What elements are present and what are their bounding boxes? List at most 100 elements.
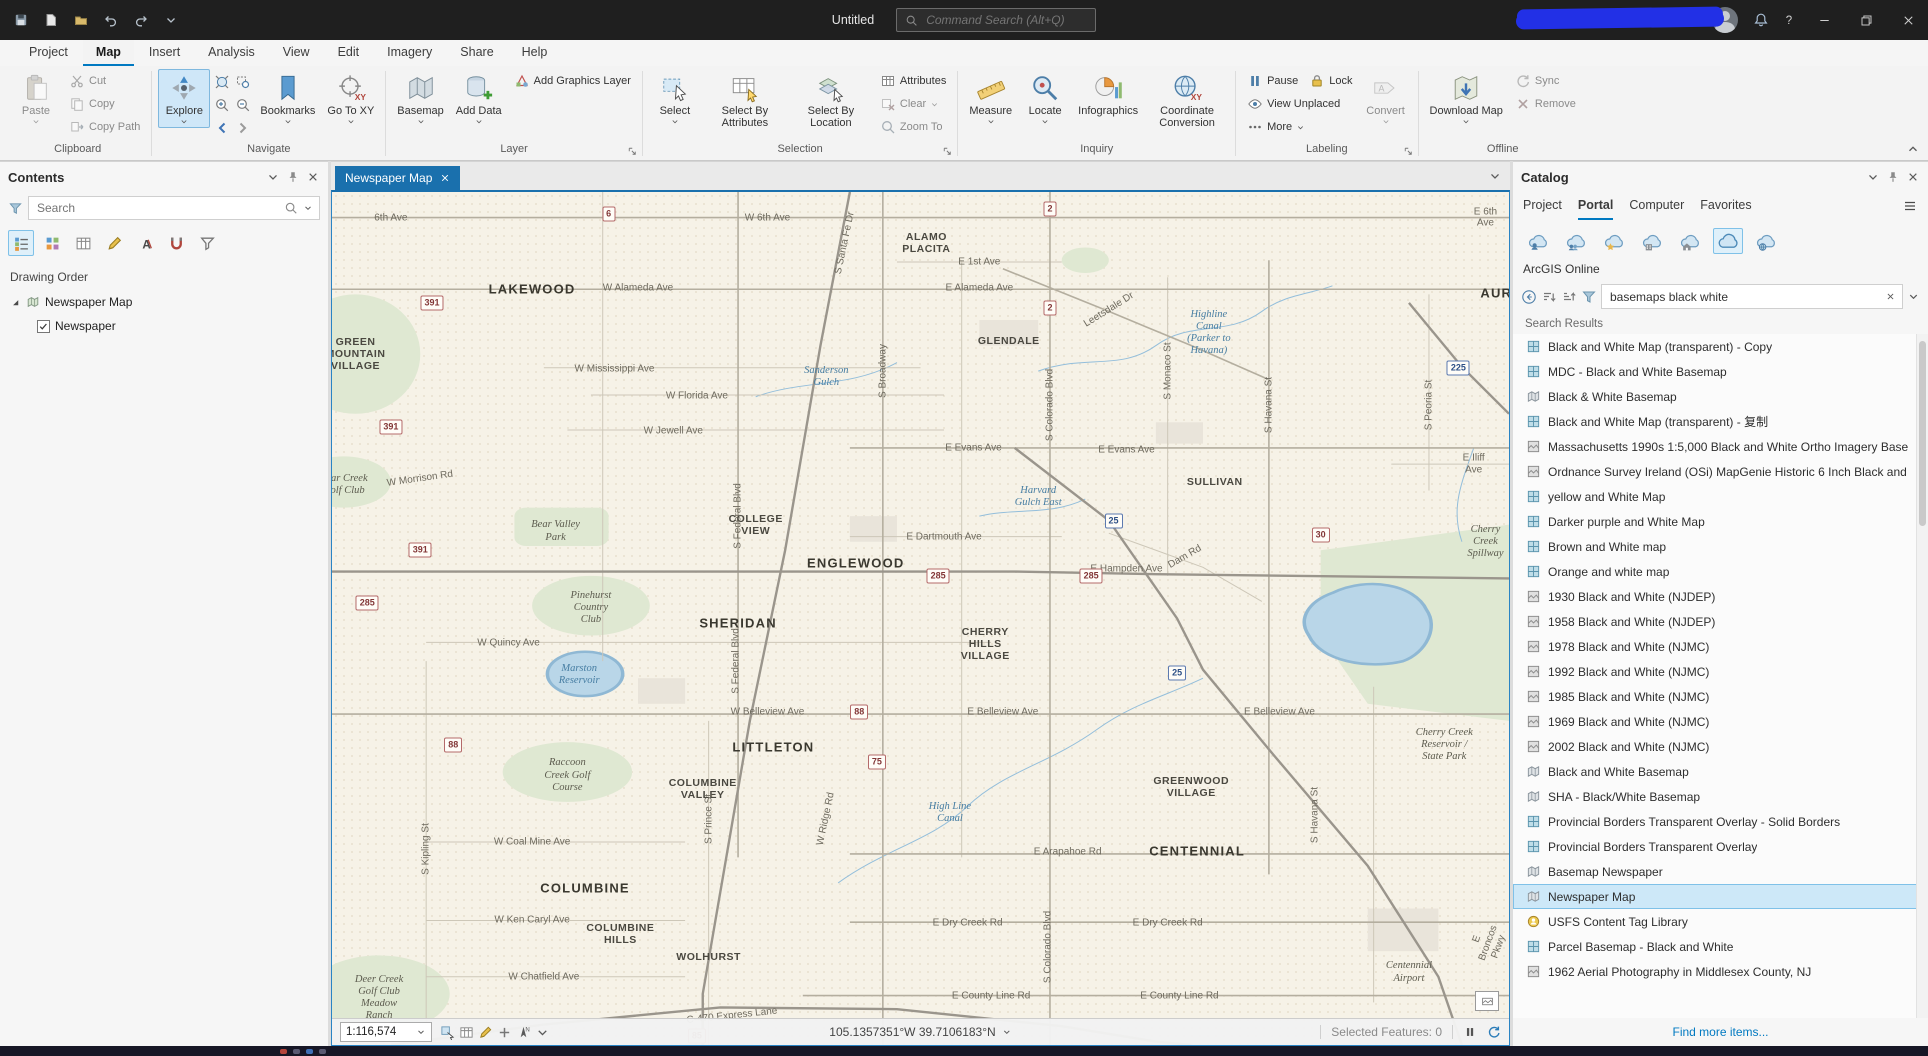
- close-panel-icon[interactable]: [306, 170, 320, 184]
- north-arrow-toggle[interactable]: N: [516, 1025, 531, 1040]
- sort-ascending-icon[interactable]: [1561, 289, 1577, 305]
- zoom-to-button[interactable]: Zoom To: [875, 116, 948, 138]
- scrollbar[interactable]: [1916, 334, 1928, 1018]
- attribute-table-toggle[interactable]: [459, 1025, 474, 1040]
- lock-labels-button[interactable]: Lock: [1304, 70, 1357, 92]
- measure-button[interactable]: Measure: [964, 69, 1017, 128]
- list-item[interactable]: Orange and white map: [1513, 559, 1928, 584]
- copy-button[interactable]: Copy: [64, 93, 120, 115]
- restore-button[interactable]: [1846, 0, 1886, 40]
- portal-organization-button[interactable]: [1637, 228, 1667, 254]
- pause-drawing-button[interactable]: [1463, 1025, 1477, 1039]
- portal-my-content-button[interactable]: [1523, 228, 1553, 254]
- find-more-link[interactable]: Find more items...: [1513, 1018, 1928, 1046]
- list-item[interactable]: 1958 Black and White (NJDEP): [1513, 609, 1928, 634]
- coordinates-display[interactable]: 105.1357351°W 39.7106183°N: [829, 1025, 1011, 1039]
- expander-icon[interactable]: [10, 297, 21, 308]
- notifications-button[interactable]: [1748, 7, 1774, 33]
- pause-labeling-button[interactable]: Pause: [1242, 70, 1303, 92]
- ribbon-tab-share[interactable]: Share: [447, 40, 506, 66]
- copy-path-button[interactable]: Copy Path: [64, 116, 145, 138]
- previous-extent-button[interactable]: [212, 117, 232, 139]
- clear-button[interactable]: Clear: [875, 93, 944, 115]
- list-by-labeling-button[interactable]: A: [132, 230, 158, 256]
- customize-qat-button[interactable]: [158, 7, 184, 33]
- ribbon-tab-project[interactable]: Project: [16, 40, 81, 66]
- taskbar-icon[interactable]: [280, 1049, 287, 1054]
- view-unplaced-button[interactable]: View Unplaced: [1242, 93, 1345, 115]
- portal-living-atlas-globe-button[interactable]: [1751, 228, 1781, 254]
- list-item[interactable]: 1978 Black and White (NJMC): [1513, 634, 1928, 659]
- close-panel-icon[interactable]: [1906, 170, 1920, 184]
- list-item[interactable]: Black and White Map (transparent) - Copy: [1513, 334, 1928, 359]
- redo-button[interactable]: [128, 7, 154, 33]
- add-graphics-layer-button[interactable]: Add Graphics Layer: [509, 70, 636, 92]
- command-search[interactable]: [896, 8, 1096, 32]
- taskbar-icon[interactable]: [319, 1049, 326, 1054]
- contents-search-input[interactable]: [35, 200, 279, 216]
- list-item[interactable]: yellow and White Map: [1513, 484, 1928, 509]
- back-icon[interactable]: [1521, 289, 1537, 305]
- fixed-zoom-out-button[interactable]: [233, 94, 253, 116]
- paste-button[interactable]: Paste: [10, 69, 62, 128]
- list-item[interactable]: 1992 Black and White (NJMC): [1513, 659, 1928, 684]
- list-item[interactable]: Massachusetts 1990s 1:5,000 Black and Wh…: [1513, 434, 1928, 459]
- close-button[interactable]: [1888, 0, 1928, 40]
- panel-menu-icon[interactable]: [1866, 170, 1880, 184]
- attributes-button[interactable]: Attributes: [875, 70, 951, 92]
- list-item[interactable]: 1985 Black and White (NJMC): [1513, 684, 1928, 709]
- more-button[interactable]: More: [1242, 116, 1310, 138]
- select-by-attributes-button[interactable]: Select By Attributes: [703, 69, 787, 132]
- tree-item-map[interactable]: Newspaper Map: [0, 290, 328, 314]
- undo-button[interactable]: [98, 7, 124, 33]
- locate-button[interactable]: Locate: [1019, 69, 1071, 128]
- coordinate-conversion-button[interactable]: XYCoordinate Conversion: [1145, 69, 1229, 132]
- list-item[interactable]: Ordnance Survey Ireland (OSi) MapGenie H…: [1513, 459, 1928, 484]
- list-item[interactable]: Black & White Basemap: [1513, 384, 1928, 409]
- list-item[interactable]: 2002 Black and White (NJMC): [1513, 734, 1928, 759]
- contents-search[interactable]: [28, 196, 320, 220]
- ribbon-tab-imagery[interactable]: Imagery: [374, 40, 445, 66]
- clear-search-icon[interactable]: [1885, 291, 1896, 302]
- catalog-tab-favorites[interactable]: Favorites: [1700, 192, 1751, 220]
- list-item[interactable]: Black and White Basemap: [1513, 759, 1928, 784]
- panel-menu-icon[interactable]: [266, 170, 280, 184]
- pin-icon[interactable]: [286, 170, 300, 184]
- select-button[interactable]: Select: [649, 69, 701, 128]
- scrollbar-thumb[interactable]: [1919, 341, 1926, 526]
- open-button[interactable]: [68, 7, 94, 33]
- list-item[interactable]: Provincial Borders Transparent Overlay: [1513, 834, 1928, 859]
- add-toggle[interactable]: [497, 1025, 512, 1040]
- ribbon-tab-view[interactable]: View: [270, 40, 323, 66]
- refresh-button[interactable]: [1487, 1025, 1501, 1039]
- command-search-input[interactable]: [924, 12, 1087, 28]
- minimize-button[interactable]: [1804, 0, 1844, 40]
- catalog-tab-computer[interactable]: Computer: [1629, 192, 1684, 220]
- new-button[interactable]: [38, 7, 64, 33]
- selection-tool-toggle[interactable]: [440, 1025, 455, 1040]
- layer-visibility-checkbox[interactable]: [37, 320, 50, 333]
- map-viewport[interactable]: 6th AveW 6th AveE 6th AveE 1st AveALAMO …: [331, 190, 1510, 1046]
- basemap-button[interactable]: Basemap: [392, 69, 448, 128]
- select-by-location-button[interactable]: Select By Location: [789, 69, 873, 132]
- taskbar-sliver[interactable]: [0, 1046, 1928, 1056]
- list-item[interactable]: 1969 Black and White (NJMC): [1513, 709, 1928, 734]
- chevron-down-icon[interactable]: [303, 203, 313, 213]
- ribbon-tab-analysis[interactable]: Analysis: [195, 40, 268, 66]
- go-to-xy-button[interactable]: XYGo To XY: [322, 69, 379, 128]
- taskbar-icon[interactable]: [293, 1049, 300, 1054]
- list-by-snapping-button[interactable]: [163, 230, 189, 256]
- list-item[interactable]: Black and White Map (transparent) - 复制: [1513, 409, 1928, 434]
- list-by-editing-button[interactable]: [101, 230, 127, 256]
- ribbon-tab-edit[interactable]: Edit: [325, 40, 373, 66]
- ribbon-tab-map[interactable]: Map: [83, 40, 134, 66]
- hidden-tabs-chevron[interactable]: [1488, 169, 1502, 183]
- help-button[interactable]: ?: [1776, 7, 1802, 33]
- list-item[interactable]: 1962 Aerial Photography in Middlesex Cou…: [1513, 959, 1928, 984]
- convert-button[interactable]: AConvert: [1360, 69, 1412, 128]
- filter-icon[interactable]: [8, 201, 23, 216]
- list-item[interactable]: 1930 Black and White (NJDEP): [1513, 584, 1928, 609]
- list-item[interactable]: Brown and White map: [1513, 534, 1928, 559]
- ribbon-tab-help[interactable]: Help: [509, 40, 561, 66]
- list-item[interactable]: USFS Content Tag Library: [1513, 909, 1928, 934]
